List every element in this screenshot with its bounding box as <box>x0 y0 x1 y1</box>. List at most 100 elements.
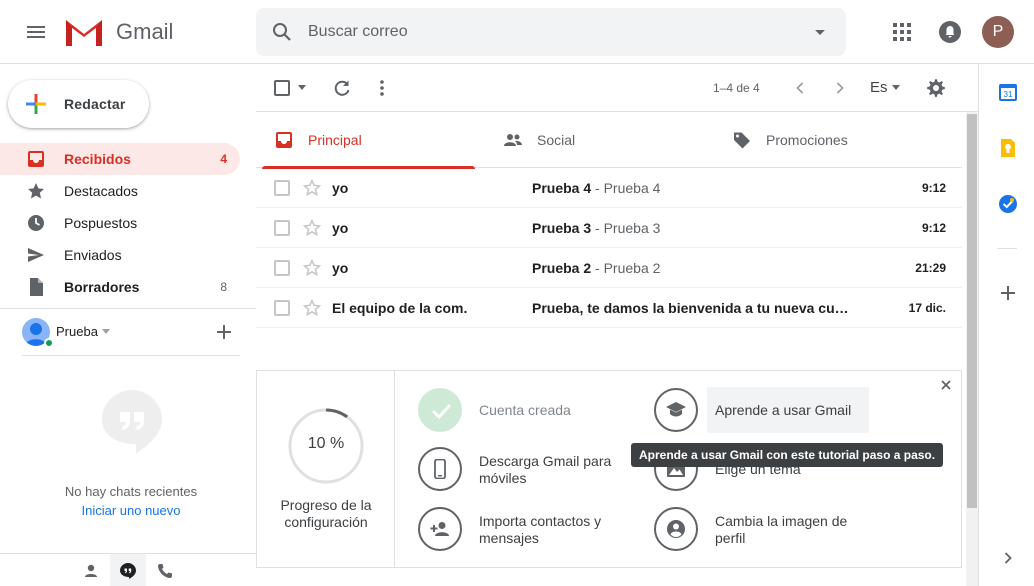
phone-icon <box>158 564 172 578</box>
star-outline-icon[interactable] <box>302 258 322 278</box>
tab-promociones[interactable]: Promociones <box>714 112 933 168</box>
setup-item-learn-gmail[interactable]: Aprende a usar Gmail <box>654 387 874 434</box>
progress-percent: 10 % <box>307 435 345 452</box>
star-outline-icon[interactable] <box>302 218 322 238</box>
email-row[interactable]: yo Prueba 2 - Prueba 2 21:29 <box>256 248 962 288</box>
email-snippet: - Prueba 3 <box>591 220 661 236</box>
setup-item-label-line2: mensajes <box>479 530 539 546</box>
start-new-chat-link[interactable]: Iniciar uno nuevo <box>0 503 262 518</box>
chevron-right-icon[interactable] <box>998 548 1018 568</box>
phone-tab[interactable] <box>147 554 183 586</box>
calendar-icon[interactable]: 31 <box>998 82 1018 102</box>
compose-label: Redactar <box>64 96 126 112</box>
chevron-down-icon[interactable] <box>102 329 110 334</box>
hangouts-bottom-bar <box>0 553 256 586</box>
email-subject: Prueba 3 <box>532 220 592 236</box>
star-outline-icon[interactable] <box>302 298 322 318</box>
email-sender: El equipo de la com. <box>332 300 468 316</box>
sidebar-item-label: Enviados <box>64 247 122 263</box>
sidebar-item-sent[interactable]: Enviados <box>0 239 240 271</box>
refresh-icon[interactable] <box>332 78 352 98</box>
setup-item-label-line1: Cambia la imagen de <box>715 513 848 529</box>
email-time: 9:12 <box>921 181 946 195</box>
setup-item-label-line2: perfil <box>715 530 746 546</box>
setup-item-label: Aprende a usar Gmail <box>715 402 852 418</box>
setup-item-label: Cuenta creada <box>479 402 571 418</box>
hangouts-divider <box>22 355 240 356</box>
tab-label: Promociones <box>766 132 848 148</box>
mail-toolbar: 1–4 de 4 Es <box>256 64 978 112</box>
add-addon-icon[interactable] <box>998 283 1018 303</box>
email-time: 9:12 <box>921 221 946 235</box>
sidebar-item-snoozed[interactable]: Pospuestos <box>0 207 240 239</box>
scrollbar-thumb[interactable] <box>967 114 977 508</box>
search-options-dropdown-icon[interactable] <box>808 20 832 44</box>
input-language-selector[interactable]: Es <box>870 79 888 96</box>
chevron-left-icon[interactable] <box>790 78 810 98</box>
email-row[interactable]: yo Prueba 3 - Prueba 3 9:12 <box>256 208 962 248</box>
settings-gear-icon[interactable] <box>926 78 946 98</box>
email-row[interactable]: yo Prueba 4 - Prueba 4 9:12 <box>256 168 962 208</box>
email-subject: Prueba, te damos la bienvenida a tu nuev… <box>532 300 852 316</box>
online-status-dot <box>44 338 54 348</box>
google-apps-icon[interactable] <box>890 20 914 44</box>
add-chat-icon[interactable] <box>216 324 232 340</box>
draft-icon <box>30 278 43 296</box>
chevron-right-icon[interactable] <box>830 78 850 98</box>
icon-circle <box>418 447 462 491</box>
progress-label-line1: Progreso de la <box>280 497 372 513</box>
email-row[interactable]: El equipo de la com. Prueba, te damos la… <box>256 288 962 328</box>
select-all-checkbox[interactable] <box>274 80 290 96</box>
star-outline-icon[interactable] <box>302 178 322 198</box>
select-options-chevron-icon[interactable] <box>298 85 306 90</box>
email-checkbox[interactable] <box>274 180 290 196</box>
tooltip: Aprende a usar Gmail con este tutorial p… <box>631 443 944 467</box>
close-icon[interactable] <box>941 380 951 390</box>
setup-item-label-line1: Descarga Gmail para <box>479 453 612 469</box>
search-icon[interactable] <box>270 20 294 44</box>
setup-progress-card: 10 % Progreso de la configuración Cuenta… <box>256 370 962 568</box>
tab-social[interactable]: Social <box>485 112 704 168</box>
sidebar-item-inbox[interactable]: Recibidos 4 <box>0 143 240 175</box>
notifications-bell-icon[interactable] <box>938 20 962 44</box>
hangouts-user[interactable]: Prueba <box>22 318 242 348</box>
email-checkbox[interactable] <box>274 300 290 316</box>
chevron-down-icon[interactable] <box>892 85 900 90</box>
setup-item-label-line2: móviles <box>479 470 527 486</box>
tab-principal[interactable]: Principal <box>256 112 475 169</box>
email-sender: yo <box>332 260 349 276</box>
pagination-range: 1–4 de 4 <box>713 81 760 95</box>
setup-item-change-profile-picture[interactable]: Cambia la imagen de perfil <box>654 507 874 553</box>
setup-item-label-line1: Importa contactos y <box>479 513 602 529</box>
sidebar-item-label: Borradores <box>64 279 140 295</box>
send-icon <box>28 248 44 262</box>
sidebar-item-drafts[interactable]: Borradores 8 <box>0 271 240 303</box>
email-checkbox[interactable] <box>274 260 290 276</box>
search-bar[interactable] <box>256 8 846 56</box>
compose-button[interactable]: Redactar <box>8 80 149 128</box>
keep-icon[interactable] <box>998 138 1018 158</box>
sidebar-item-label: Destacados <box>64 183 138 199</box>
icon-circle <box>418 507 462 551</box>
tasks-icon[interactable] <box>998 194 1018 214</box>
setup-item-download-mobile[interactable]: Descarga Gmail para móviles <box>418 447 638 493</box>
email-checkbox[interactable] <box>274 220 290 236</box>
sidebar-nav: Recibidos 4 Destacados Pospuestos Enviad… <box>0 143 240 303</box>
inbox-icon <box>28 151 44 167</box>
no-recent-chats-text: No hay chats recientes <box>64 484 198 499</box>
check-circle <box>418 388 462 432</box>
account-circle-icon <box>667 520 685 538</box>
setup-item-import-contacts[interactable]: Importa contactos y mensajes <box>418 507 638 553</box>
chats-tab[interactable] <box>110 554 146 586</box>
contacts-tab[interactable] <box>73 554 109 586</box>
checkmark-icon <box>431 403 452 420</box>
search-input[interactable] <box>308 8 788 56</box>
more-options-icon[interactable] <box>372 78 392 98</box>
hangouts-bubble-icon <box>102 390 162 454</box>
account-avatar[interactable]: P <box>982 16 1014 48</box>
gmail-logo[interactable] <box>64 16 104 48</box>
sidebar-item-starred[interactable]: Destacados <box>0 175 240 207</box>
main-menu-icon[interactable] <box>24 20 48 44</box>
people-icon <box>504 134 522 146</box>
email-list: yo Prueba 4 - Prueba 4 9:12 yo Prueba 3 … <box>256 168 962 328</box>
